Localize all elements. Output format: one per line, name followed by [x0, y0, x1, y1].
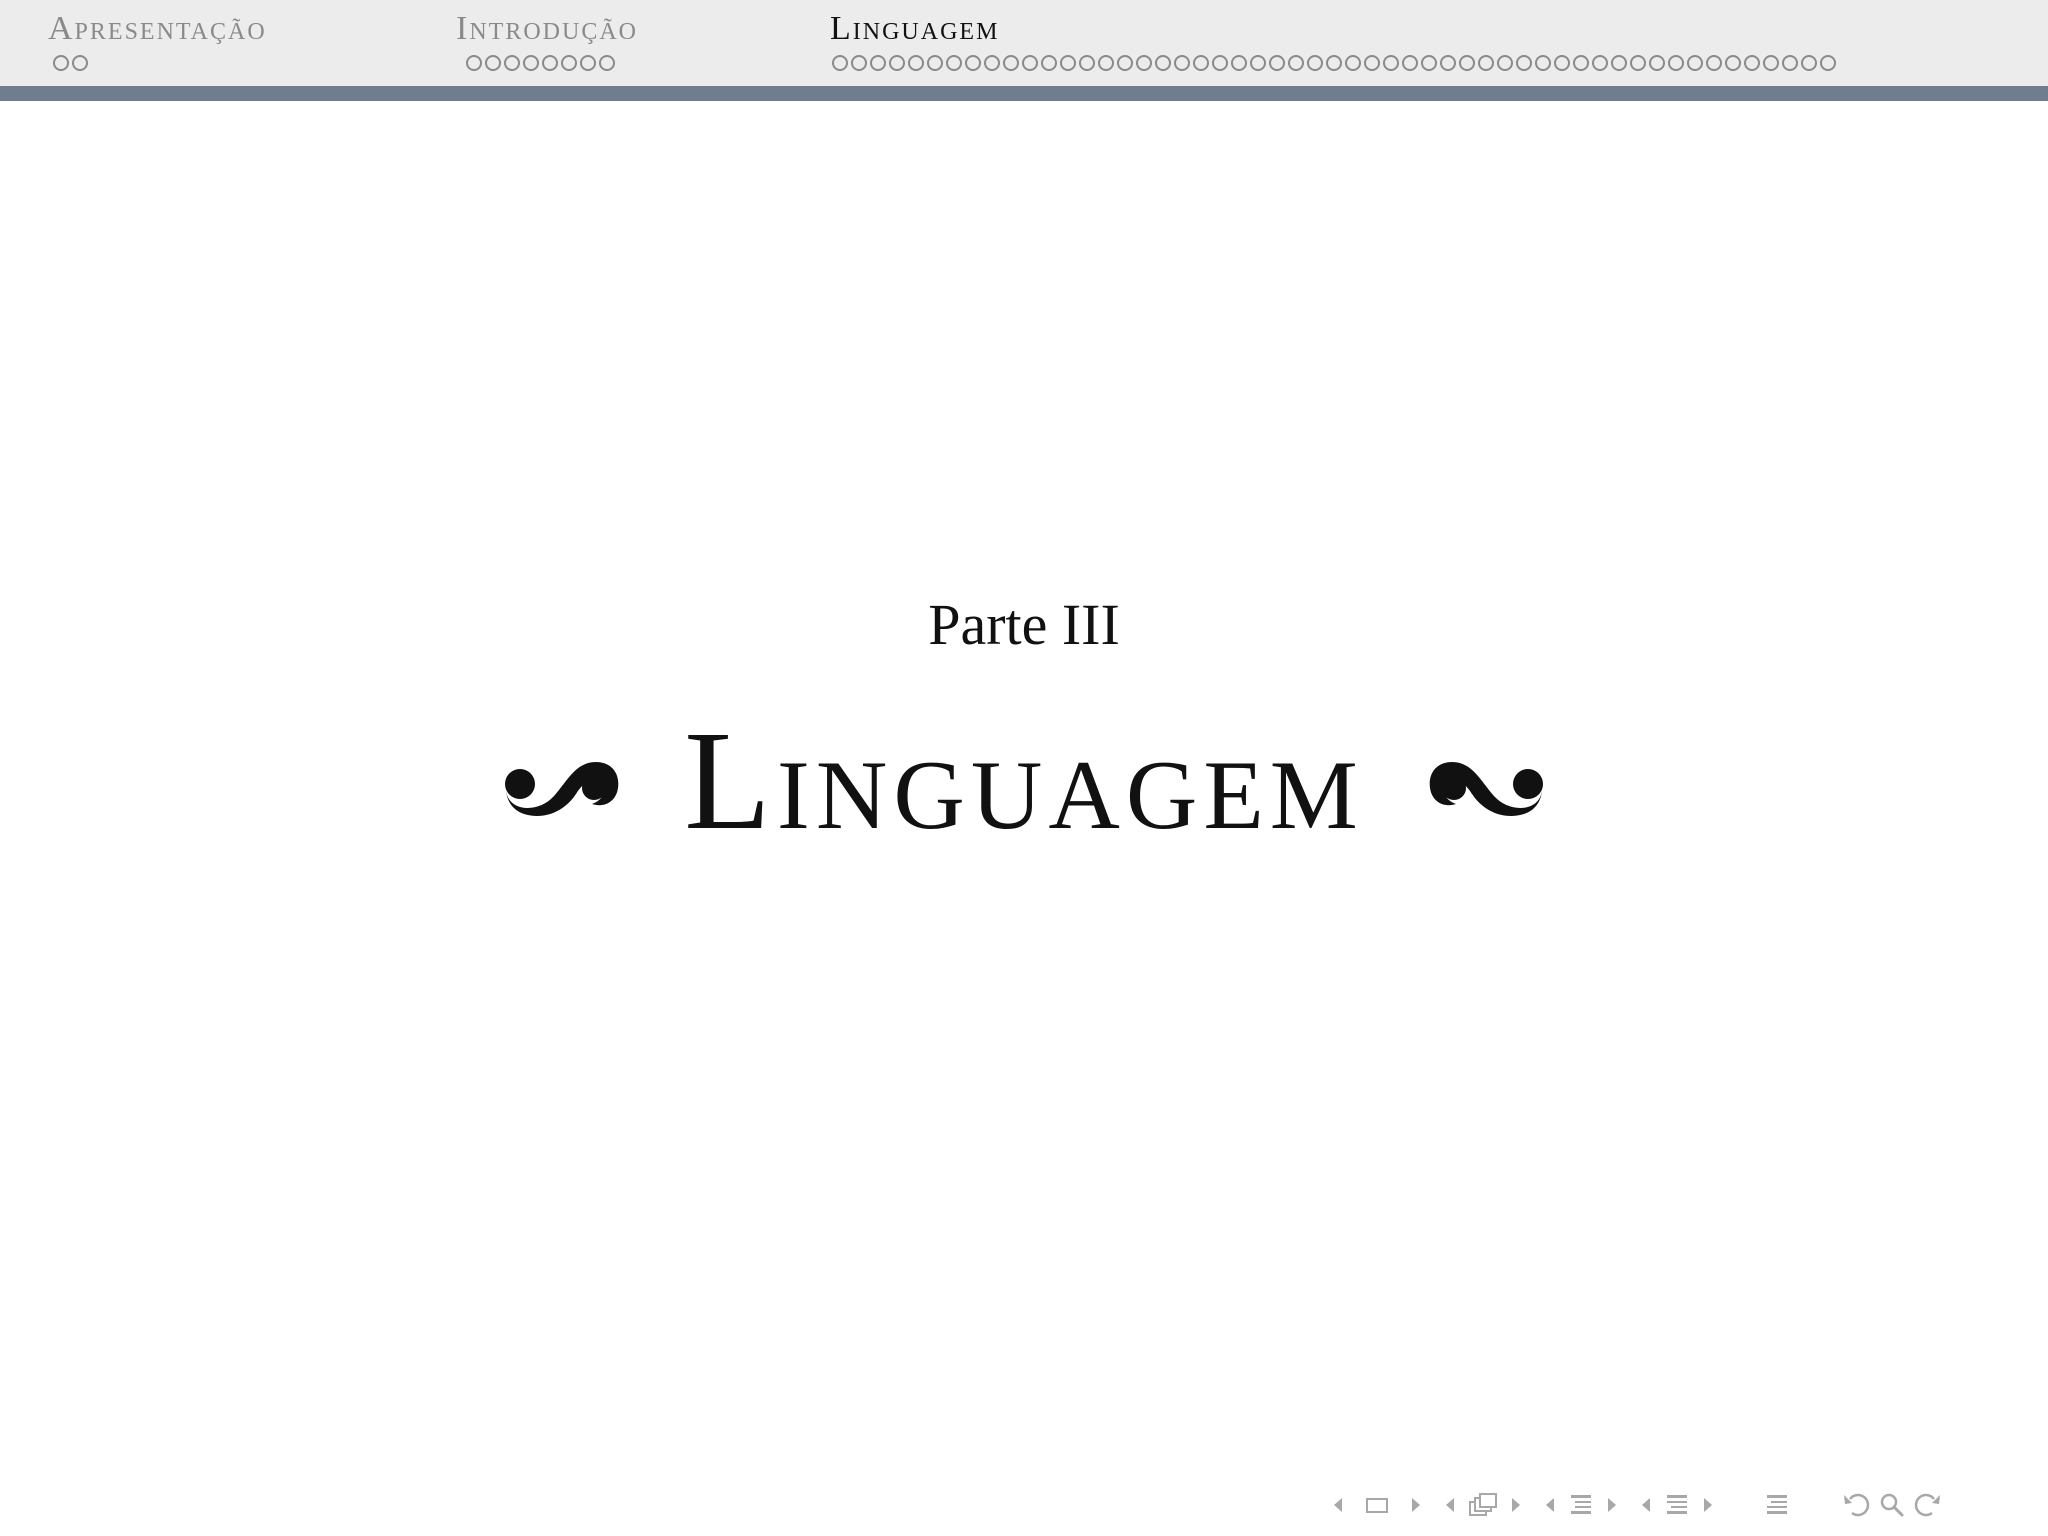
frame-dot[interactable] [1554, 55, 1570, 71]
arrow-left-icon[interactable] [1442, 1495, 1458, 1515]
frame-dot[interactable] [1478, 55, 1494, 71]
navigation-symbols [1330, 1490, 1942, 1520]
header-rule [0, 86, 2048, 101]
forward-icon[interactable] [1912, 1491, 1942, 1519]
frame-dot[interactable] [485, 55, 501, 71]
frame-dot[interactable] [1250, 55, 1266, 71]
frame-dot[interactable] [1098, 55, 1114, 71]
section-navigation-header: Apresentação Introdução Linguagem [0, 0, 2048, 86]
frame-dot[interactable] [1060, 55, 1076, 71]
frame-dot[interactable] [1649, 55, 1665, 71]
frame-dot[interactable] [1269, 55, 1285, 71]
frame-dot[interactable] [1193, 55, 1209, 71]
frame-dot[interactable] [599, 55, 615, 71]
frame-dot[interactable] [1630, 55, 1646, 71]
frame-dot[interactable] [1307, 55, 1323, 71]
arrow-left-icon[interactable] [1638, 1495, 1654, 1515]
frame-dot[interactable] [851, 55, 867, 71]
frame-dot[interactable] [908, 55, 924, 71]
back-icon[interactable] [1842, 1491, 1872, 1519]
arrow-right-icon[interactable] [1604, 1495, 1620, 1515]
arrow-right-icon[interactable] [1700, 1495, 1716, 1515]
section-title-apresentacao[interactable]: Apresentação [48, 10, 267, 48]
section-title-linguagem[interactable]: Linguagem [830, 10, 1836, 48]
frame-dot[interactable] [1136, 55, 1152, 71]
frame-dot[interactable] [1535, 55, 1551, 71]
part-title: Linguagem [684, 701, 1364, 859]
frame-dots-introducao [466, 55, 638, 71]
frame-dot[interactable] [946, 55, 962, 71]
part-label: Parte III [928, 592, 1120, 657]
frame-dot[interactable] [1383, 55, 1399, 71]
fleuron-left-icon [496, 744, 620, 816]
nav-section-linguagem: Linguagem [830, 10, 1836, 71]
frame-dot[interactable] [1440, 55, 1456, 71]
frame-dot[interactable] [1174, 55, 1190, 71]
frame-dot[interactable] [1725, 55, 1741, 71]
arrow-left-icon[interactable] [1542, 1495, 1558, 1515]
frame-dot[interactable] [1592, 55, 1608, 71]
nav-section-apresentacao: Apresentação [48, 10, 267, 71]
part-icon[interactable] [1664, 1492, 1690, 1518]
frame-dot[interactable] [1516, 55, 1532, 71]
frame-dot[interactable] [1820, 55, 1836, 71]
frame-dot[interactable] [1231, 55, 1247, 71]
arrow-right-icon[interactable] [1408, 1495, 1424, 1515]
frame-dot[interactable] [53, 55, 69, 71]
section-title-introducao[interactable]: Introdução [456, 10, 638, 48]
section-icon[interactable] [1568, 1492, 1594, 1518]
document-icon[interactable] [1764, 1492, 1790, 1518]
frame-dot[interactable] [1801, 55, 1817, 71]
frame-dot[interactable] [927, 55, 943, 71]
frame-dot[interactable] [965, 55, 981, 71]
frame-dot[interactable] [542, 55, 558, 71]
frame-dots-apresentacao [53, 55, 267, 71]
frame-dot[interactable] [1763, 55, 1779, 71]
arrow-left-icon[interactable] [1330, 1495, 1346, 1515]
frame-dot[interactable] [1782, 55, 1798, 71]
frame-icon[interactable] [1364, 1495, 1390, 1515]
frame-dot[interactable] [1497, 55, 1513, 71]
frame-dot[interactable] [1155, 55, 1171, 71]
frame-dot[interactable] [1706, 55, 1722, 71]
frame-dot[interactable] [832, 55, 848, 71]
slide: Apresentação Introdução Linguagem Parte … [0, 0, 2048, 1536]
frame-dot[interactable] [1345, 55, 1361, 71]
frame-dot[interactable] [1079, 55, 1095, 71]
frame-dot[interactable] [1041, 55, 1057, 71]
nav-section-introducao: Introdução [456, 10, 638, 71]
frame-dot[interactable] [1326, 55, 1342, 71]
frame-dot[interactable] [1022, 55, 1038, 71]
frame-dot[interactable] [580, 55, 596, 71]
frame-dot[interactable] [1402, 55, 1418, 71]
frame-dot[interactable] [1421, 55, 1437, 71]
frame-dot[interactable] [504, 55, 520, 71]
frame-dot[interactable] [1459, 55, 1475, 71]
search-icon[interactable] [1878, 1491, 1906, 1519]
frame-dot[interactable] [72, 55, 88, 71]
frame-dot[interactable] [1744, 55, 1760, 71]
frame-dot[interactable] [1611, 55, 1627, 71]
frame-dot[interactable] [1573, 55, 1589, 71]
frame-dots-linguagem [832, 55, 1836, 71]
frame-dot[interactable] [1364, 55, 1380, 71]
fleuron-right-icon [1428, 744, 1552, 816]
frame-dot[interactable] [1687, 55, 1703, 71]
frame-dot[interactable] [523, 55, 539, 71]
frame-dot[interactable] [1212, 55, 1228, 71]
frame-dot[interactable] [984, 55, 1000, 71]
part-title-row: Linguagem [0, 700, 2048, 860]
frame-dot[interactable] [1668, 55, 1684, 71]
frame-dot[interactable] [1003, 55, 1019, 71]
frame-dot[interactable] [466, 55, 482, 71]
frame-dot[interactable] [1288, 55, 1304, 71]
frame-dot[interactable] [1117, 55, 1133, 71]
frame-dot[interactable] [889, 55, 905, 71]
frame-dot[interactable] [870, 55, 886, 71]
arrow-right-icon[interactable] [1508, 1495, 1524, 1515]
frame-dot[interactable] [561, 55, 577, 71]
subsection-icon[interactable] [1468, 1492, 1498, 1518]
